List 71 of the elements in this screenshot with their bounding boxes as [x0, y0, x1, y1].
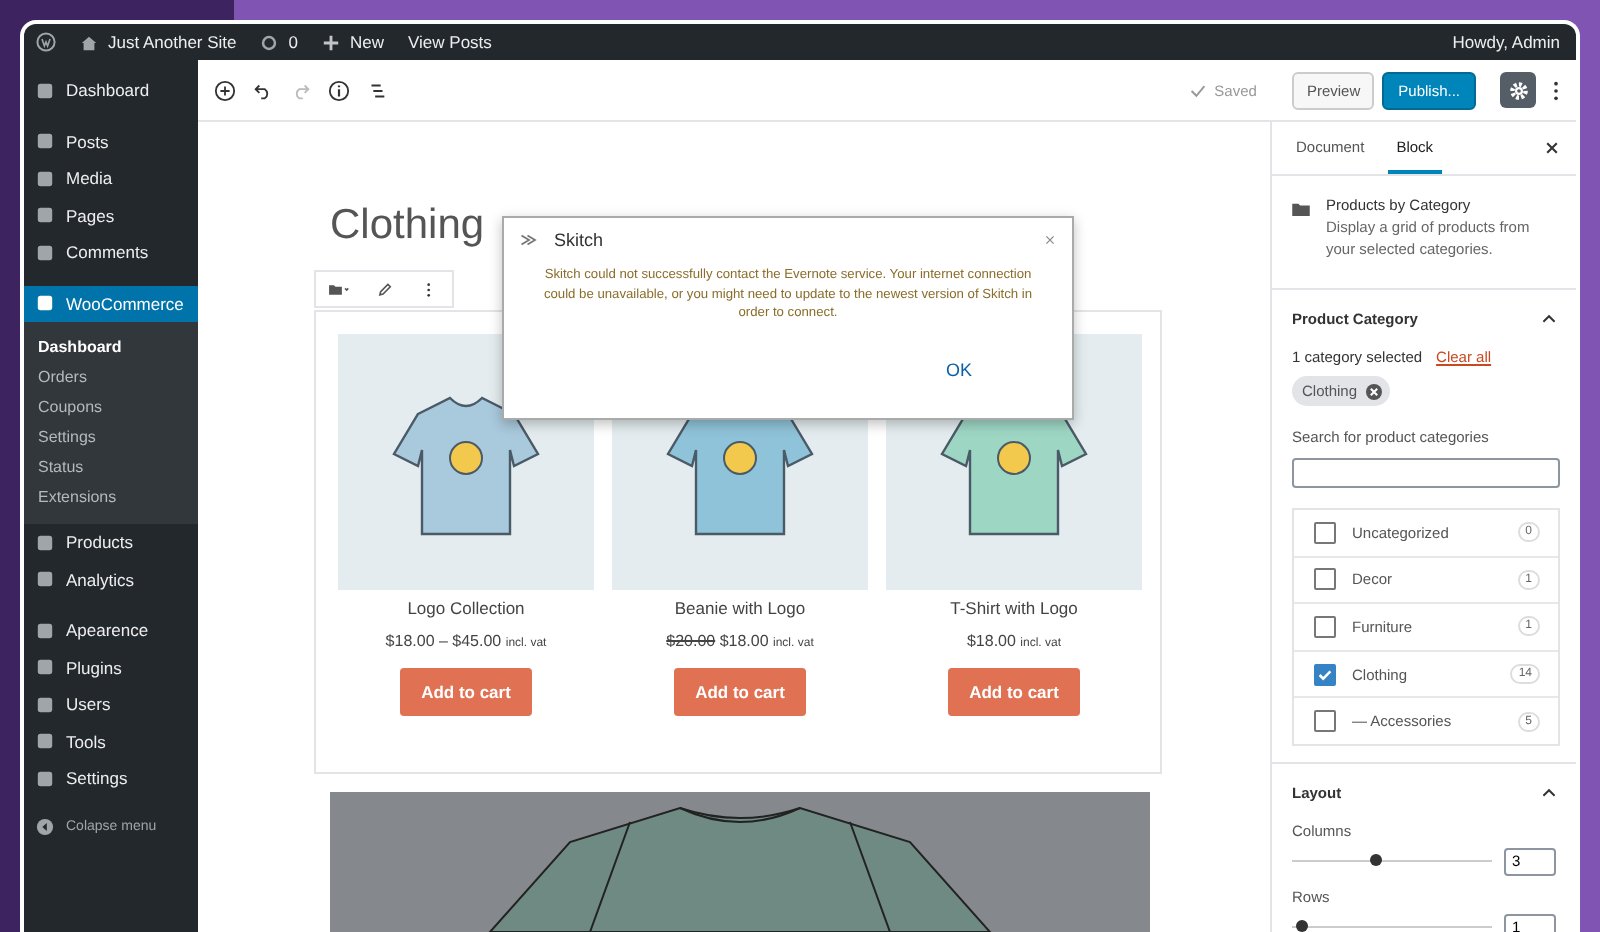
square-icon — [36, 658, 54, 677]
more-options-icon[interactable] — [1552, 79, 1560, 101]
product-name[interactable]: Beanie with Logo — [674, 598, 806, 618]
menu-item[interactable]: Pages — [24, 197, 198, 234]
slider-thumb[interactable] — [1296, 920, 1308, 932]
site-link[interactable]: Just Another Site — [80, 32, 237, 52]
submenu-item[interactable]: Coupons — [24, 392, 198, 422]
menu-item[interactable]: Products — [24, 524, 198, 561]
product-name[interactable]: T-Shirt with Logo — [950, 598, 1078, 618]
list-icon[interactable] — [366, 79, 388, 101]
checkbox[interactable] — [1314, 663, 1336, 686]
square-icon — [36, 294, 54, 313]
chevron-icon[interactable] — [1542, 787, 1556, 798]
ok-button[interactable]: OK — [937, 356, 980, 385]
submenu-item[interactable]: Extensions — [24, 482, 198, 512]
search-field[interactable] — [1292, 458, 1560, 488]
square-icon — [36, 533, 54, 552]
folder-icon — [1292, 202, 1310, 216]
wordpress-logo-icon[interactable] — [36, 32, 56, 52]
remove-icon[interactable] — [1365, 383, 1382, 399]
submenu-item[interactable]: Status — [24, 452, 198, 482]
comments-link[interactable]: 0 — [260, 32, 298, 52]
checkbox[interactable] — [1314, 710, 1336, 733]
greeting-link[interactable]: Howdy, Admin — [1452, 32, 1560, 52]
undo-icon[interactable] — [252, 79, 274, 101]
square-icon — [36, 769, 54, 788]
chevron-icon[interactable] — [1542, 314, 1556, 324]
square-icon — [36, 695, 54, 714]
collapse-icon — [36, 818, 54, 836]
home-icon — [80, 33, 98, 51]
view-posts-link[interactable]: View Posts — [408, 32, 492, 52]
settings-button[interactable] — [1500, 72, 1536, 108]
menu-item[interactable]: Apearence — [24, 612, 198, 649]
add-block-icon[interactable] — [214, 79, 236, 101]
square-icon — [36, 621, 54, 640]
menu-item[interactable]: Plugins — [24, 649, 198, 686]
submenu-item[interactable]: Orders — [24, 362, 198, 392]
square-icon — [36, 570, 54, 589]
square-icon — [36, 206, 54, 225]
menu-item[interactable]: Settings — [24, 760, 198, 797]
menu-item[interactable]: Posts — [24, 123, 198, 160]
dialog-title: Skitch — [554, 230, 604, 250]
square-icon — [36, 132, 54, 151]
menu-item[interactable]: WooCommerce — [24, 285, 198, 322]
menu-item[interactable]: Users — [24, 686, 198, 723]
product-name[interactable]: Logo Collection — [407, 598, 525, 618]
submenu-item[interactable]: Settings — [24, 422, 198, 452]
checkbox[interactable] — [1314, 521, 1336, 544]
arrow-icon — [520, 234, 538, 246]
submenu-item[interactable]: Dashboard — [24, 332, 198, 362]
menu-item[interactable]: Comments — [24, 234, 198, 271]
menu-item[interactable]: Analytics — [24, 561, 198, 598]
new-link[interactable]: New — [322, 32, 385, 52]
check-icon — [1190, 83, 1207, 97]
menu-item[interactable]: Dashboard — [24, 72, 198, 109]
checkbox[interactable] — [1314, 615, 1336, 638]
post-title[interactable]: Clothing — [330, 202, 485, 250]
ring-icon — [260, 33, 279, 51]
square-icon — [36, 81, 54, 100]
menu-item[interactable]: Media — [24, 160, 198, 197]
square-icon — [36, 243, 54, 262]
slider-thumb[interactable] — [1370, 854, 1382, 867]
square-icon — [36, 732, 54, 751]
square-icon — [36, 169, 54, 188]
plus-icon — [322, 33, 340, 51]
check-icon — [1316, 665, 1334, 684]
checkbox[interactable] — [1314, 568, 1336, 591]
close-icon[interactable] — [1544, 140, 1560, 156]
gear-icon — [1507, 79, 1529, 101]
menu-item[interactable]: Tools — [24, 723, 198, 760]
info-icon[interactable] — [328, 79, 350, 101]
